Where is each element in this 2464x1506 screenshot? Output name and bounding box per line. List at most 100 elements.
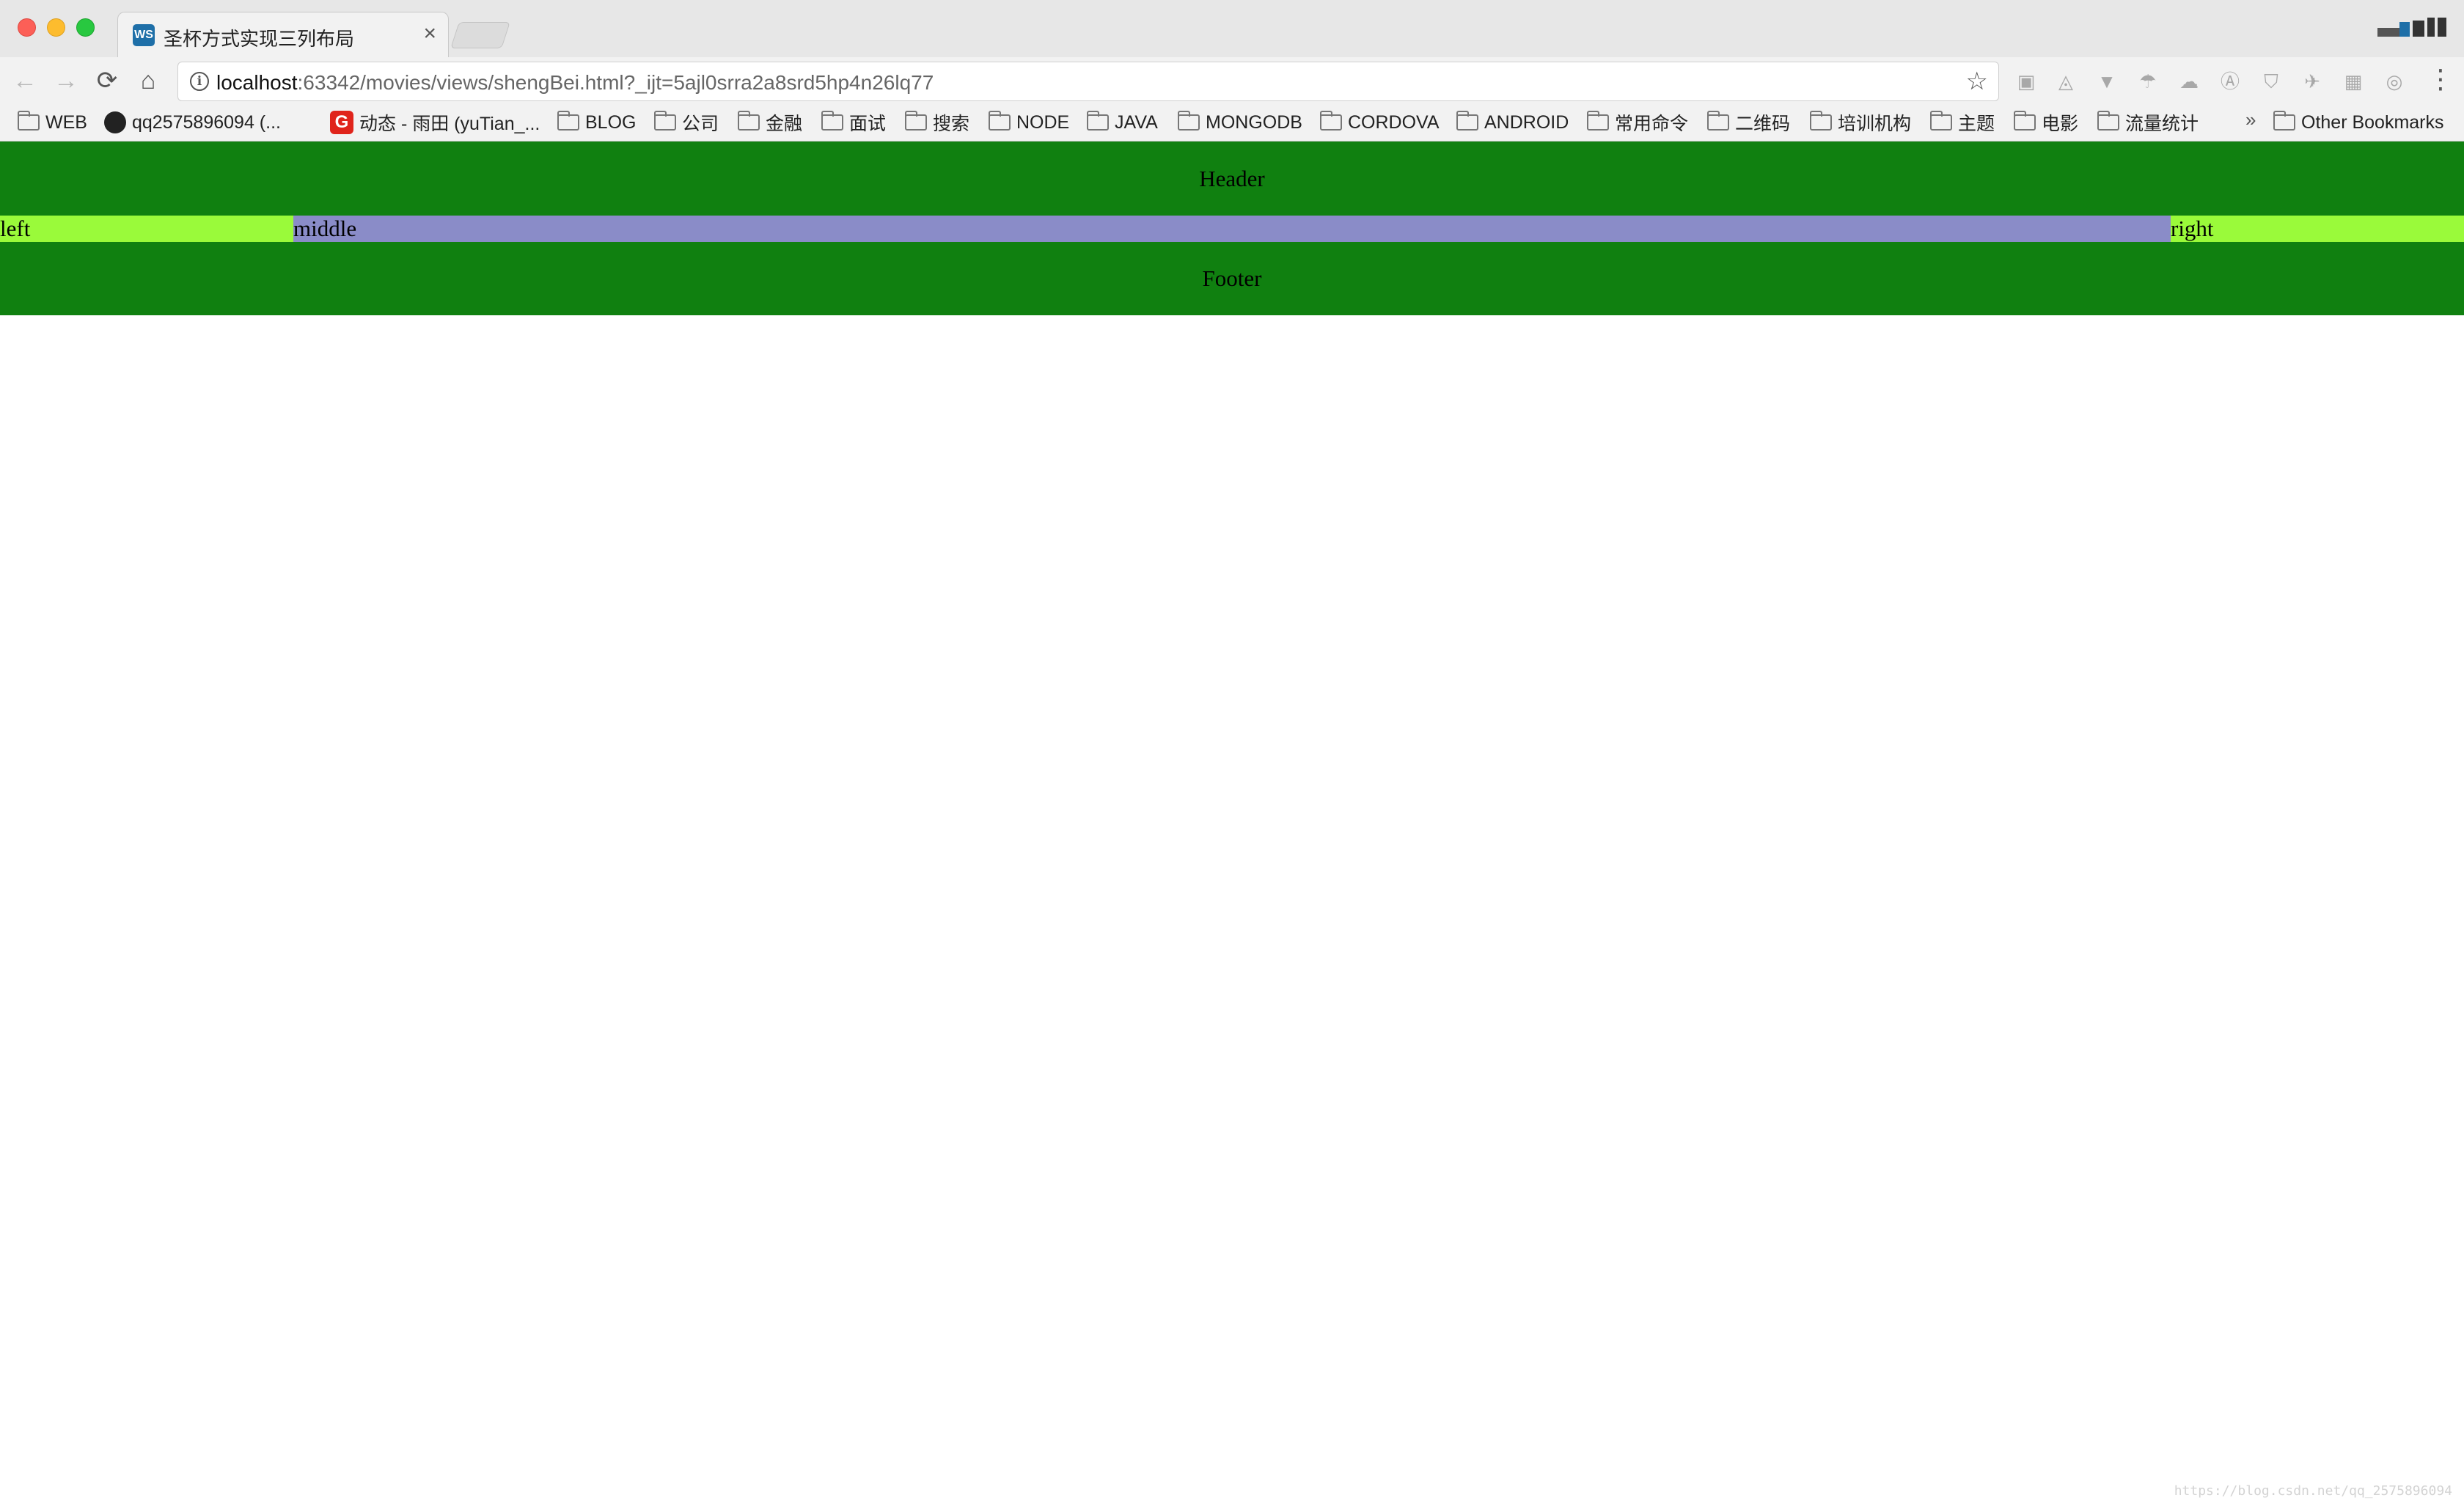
bookmark-web[interactable]: WEB xyxy=(18,106,87,139)
forward-button[interactable]: → xyxy=(51,66,81,95)
url-host: localhost xyxy=(216,71,298,94)
browser-chrome: WS 圣杯方式实现三列布局 × ← → ⟳ ⌂ i localhost:6334… xyxy=(0,0,2464,142)
right-column: right xyxy=(2171,216,2464,242)
folder-icon xyxy=(18,111,40,131)
page-content: Header left middle right Footer https://… xyxy=(0,142,2464,1506)
left-column: left xyxy=(0,216,293,242)
folder-icon xyxy=(1178,111,1200,131)
bookmark-label: 电影 xyxy=(2042,114,2079,134)
extension-cloud-icon[interactable]: ☁ xyxy=(2177,70,2201,92)
header-text: Header xyxy=(1199,165,1265,191)
menu-icon[interactable]: ⋮ xyxy=(2427,66,2454,95)
bookmark-mongodb[interactable]: MONGODB xyxy=(1178,106,1302,139)
extension-angular-icon[interactable]: ◬ xyxy=(2053,70,2078,92)
bookmark-label: WEB xyxy=(45,111,87,133)
folder-icon xyxy=(2273,111,2295,131)
bookmark-label: 主题 xyxy=(1958,114,1995,134)
other-bookmarks[interactable]: Other Bookmarks xyxy=(2273,106,2444,139)
back-button[interactable]: ← xyxy=(10,66,40,95)
bookmark-label: 常用命令 xyxy=(1615,114,1689,134)
bookmark-cordova[interactable]: CORDOVA xyxy=(1320,106,1440,139)
url-path: :63342/movies/views/shengBei.html?_ijt=5… xyxy=(297,71,934,94)
bookmark-traffic-stats[interactable]: 流量统计 xyxy=(2097,106,2199,139)
url-text[interactable]: localhost:63342/movies/views/shengBei.ht… xyxy=(216,71,934,95)
folder-icon xyxy=(1707,111,1729,131)
footer-text: Footer xyxy=(1202,265,1262,291)
extension-parachute-icon[interactable]: ☂ xyxy=(2135,70,2160,92)
extension-rp-icon[interactable]: ▣ xyxy=(2014,70,2039,92)
bookmark-android[interactable]: ANDROID xyxy=(1456,106,1569,139)
folder-icon xyxy=(905,111,927,131)
bookmark-label: 动态 - 雨田 (yuTian_... xyxy=(359,114,540,134)
home-button[interactable]: ⌂ xyxy=(133,66,163,95)
bookmark-label: 金融 xyxy=(766,114,803,134)
bookmark-github[interactable]: qq2575896094 (... xyxy=(104,106,281,139)
footer-section: Footer xyxy=(0,242,2464,315)
bookmark-movies[interactable]: 电影 xyxy=(2014,106,2078,139)
close-window-button[interactable] xyxy=(18,18,36,37)
extension-grid-icon[interactable]: ▦ xyxy=(2341,70,2366,92)
webstorm-icon: WS xyxy=(133,24,155,46)
bookmark-interview[interactable]: 面试 xyxy=(821,106,886,139)
bookmark-gitee[interactable]: G 动态 - 雨田 (yuTian_... xyxy=(330,106,540,139)
toolbar: ← → ⟳ ⌂ i localhost:63342/movies/views/s… xyxy=(0,57,2464,106)
bookmark-commands[interactable]: 常用命令 xyxy=(1587,106,1688,139)
extension-a-icon[interactable]: Ⓐ xyxy=(2218,70,2243,92)
folder-icon xyxy=(2014,111,2036,131)
tab-title: 圣杯方式实现三列布局 xyxy=(164,28,355,50)
folder-icon xyxy=(1320,111,1342,131)
bookmarks-overflow-icon[interactable]: » xyxy=(2245,109,2256,131)
tab-active[interactable]: WS 圣杯方式实现三列布局 × xyxy=(117,12,449,57)
header-section: Header xyxy=(0,142,2464,216)
folder-icon xyxy=(1087,111,1109,131)
bookmark-label: Other Bookmarks xyxy=(2301,111,2444,133)
bookmark-label: 面试 xyxy=(849,114,887,134)
bookmark-label: NODE xyxy=(1016,111,1070,133)
reload-button[interactable]: ⟳ xyxy=(92,66,122,95)
folder-icon xyxy=(654,111,676,131)
info-icon[interactable]: i xyxy=(190,72,209,91)
bookmark-label: BLOG xyxy=(585,111,637,133)
extension-circle-icon[interactable]: ◎ xyxy=(2382,70,2407,92)
profile-icon[interactable] xyxy=(2377,16,2446,37)
bookmark-label: ANDROID xyxy=(1484,111,1569,133)
new-tab-button[interactable] xyxy=(450,22,510,48)
bookmark-label: 公司 xyxy=(682,114,719,134)
bookmark-theme[interactable]: 主题 xyxy=(1930,106,1995,139)
close-icon[interactable]: × xyxy=(423,23,436,45)
watermark: https://blog.csdn.net/qq_2575896094 xyxy=(2174,1483,2452,1499)
folder-icon xyxy=(989,111,1011,131)
bookmark-label: CORDOVA xyxy=(1348,111,1440,133)
extension-shield-icon[interactable]: ⛉ xyxy=(2259,70,2284,92)
bookmark-label: MONGODB xyxy=(1206,111,1302,133)
extension-plane-icon[interactable]: ✈ xyxy=(2300,70,2325,92)
bookmarks-bar: WEB qq2575896094 (... G 动态 - 雨田 (yuTian_.… xyxy=(0,106,2464,142)
bookmark-label: 二维码 xyxy=(1735,114,1791,134)
address-bar[interactable]: i localhost:63342/movies/views/shengBei.… xyxy=(177,62,1999,101)
three-column-row: left middle right xyxy=(0,216,2464,242)
bookmark-label: JAVA xyxy=(1115,111,1158,133)
bookmark-training[interactable]: 培训机构 xyxy=(1810,106,1911,139)
bookmark-search[interactable]: 搜索 xyxy=(905,106,969,139)
folder-icon xyxy=(557,111,579,131)
bookmark-company[interactable]: 公司 xyxy=(654,106,719,139)
bookmark-finance[interactable]: 金融 xyxy=(738,106,802,139)
folder-icon xyxy=(1810,111,1832,131)
bookmark-label: qq2575896094 (... xyxy=(132,111,281,133)
tab-strip: WS 圣杯方式实现三列布局 × xyxy=(0,0,2464,57)
bookmark-label: 搜索 xyxy=(933,114,970,134)
folder-icon xyxy=(2097,111,2119,131)
bookmark-star-icon[interactable]: ☆ xyxy=(1966,67,1988,96)
zoom-window-button[interactable] xyxy=(76,18,95,37)
bookmark-qrcode[interactable]: 二维码 xyxy=(1707,106,1790,139)
bookmark-blog[interactable]: BLOG xyxy=(557,106,636,139)
folder-icon xyxy=(821,111,843,131)
extension-vue-icon[interactable]: ▼ xyxy=(2094,70,2119,92)
folder-icon xyxy=(1587,111,1609,131)
bookmark-java[interactable]: JAVA xyxy=(1087,106,1158,139)
minimize-window-button[interactable] xyxy=(47,18,65,37)
gitee-icon: G xyxy=(330,111,353,134)
github-icon xyxy=(104,111,126,133)
bookmark-label: 培训机构 xyxy=(1838,114,1912,134)
bookmark-node[interactable]: NODE xyxy=(989,106,1069,139)
